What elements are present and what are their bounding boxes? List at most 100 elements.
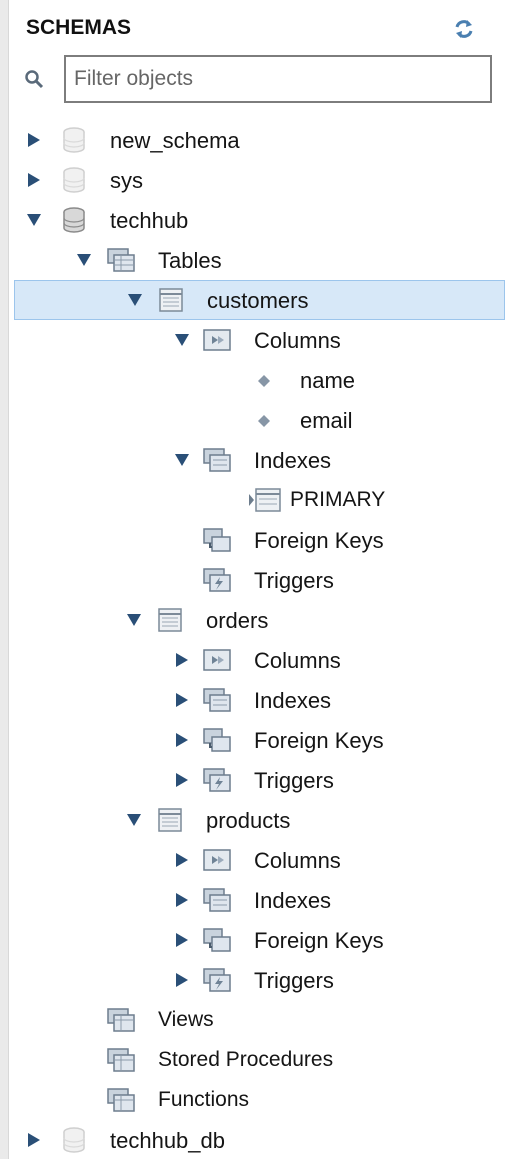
tree-node-foreign-keys[interactable]: Foreign Keys: [0, 720, 505, 760]
folder-triggers-icon: [202, 966, 231, 994]
search-icon: [24, 69, 44, 89]
tree-node-label: Triggers: [254, 568, 334, 593]
tree-node-label: Stored Procedures: [158, 1048, 334, 1071]
folder-foreign-keys-icon: [202, 726, 231, 754]
tree-node-triggers[interactable]: Triggers: [0, 760, 505, 800]
tree-node-label: Columns: [254, 328, 341, 353]
database-icon: [60, 126, 88, 154]
collapse-arrow-icon[interactable]: [174, 452, 190, 468]
tree-node-orders[interactable]: orders: [0, 600, 505, 640]
folder-columns-icon: [202, 326, 231, 354]
tree-node-columns[interactable]: Columns: [0, 320, 505, 360]
expand-arrow-icon[interactable]: [26, 132, 42, 148]
collapse-arrow-icon[interactable]: [174, 332, 190, 348]
expand-arrow-icon[interactable]: [174, 652, 190, 668]
tree-node-column-email[interactable]: email: [0, 400, 505, 440]
expand-arrow-icon[interactable]: [174, 772, 190, 788]
tree-node-stored-procedures[interactable]: Stored Procedures: [0, 1040, 505, 1080]
tree-node-label: Indexes: [254, 888, 332, 913]
folder-foreign-keys-icon: [202, 926, 231, 954]
collapse-arrow-icon[interactable]: [126, 812, 142, 828]
index-icon: [248, 486, 281, 514]
folder-columns-icon: [202, 846, 231, 874]
filter-row: [24, 55, 499, 107]
tree-node-columns[interactable]: Columns: [0, 640, 505, 680]
folder-columns-icon: [202, 646, 231, 674]
table-icon: [156, 606, 184, 634]
expand-arrow-icon[interactable]: [174, 932, 190, 948]
tree-node-indexes[interactable]: Indexes: [0, 880, 505, 920]
folder-indexes-icon: [202, 886, 231, 914]
tree-node-functions[interactable]: Functions: [0, 1080, 505, 1120]
tree-node-indexes[interactable]: Indexes: [0, 680, 505, 720]
collapse-arrow-icon[interactable]: [26, 212, 42, 228]
folder-foreign-keys-icon: [202, 526, 231, 554]
column-diamond-icon: [258, 414, 270, 427]
tree-node-label: orders: [206, 608, 269, 633]
expand-arrow-icon[interactable]: [174, 692, 190, 708]
folder-indexes-icon: [202, 446, 231, 474]
folder-indexes-icon: [202, 686, 231, 714]
expand-arrow-icon[interactable]: [174, 852, 190, 868]
tree-node-tables[interactable]: Tables: [0, 240, 505, 280]
tree-node-column-name[interactable]: name: [0, 360, 505, 400]
tree-node-indexes[interactable]: Indexes: [0, 440, 505, 480]
tree-node-label: products: [206, 808, 291, 833]
folder-tables-icon: [106, 246, 135, 274]
folder-functions-icon: [106, 1086, 135, 1114]
tree-node-views[interactable]: Views: [0, 1000, 505, 1040]
column-diamond-icon: [258, 374, 270, 387]
folder-triggers-icon: [202, 766, 231, 794]
tree-node-products[interactable]: products: [0, 800, 505, 840]
tree-node-label: email: [300, 408, 353, 433]
expand-arrow-icon[interactable]: [174, 972, 190, 988]
tree-node-label: sys: [110, 168, 143, 193]
tree-node-customers[interactable]: customers: [14, 280, 505, 320]
tree-node-label: new_schema: [110, 128, 240, 153]
header-title: SCHEMAS: [26, 16, 132, 39]
database-icon: [60, 1126, 88, 1154]
tree-node-label: Columns: [254, 848, 341, 873]
refresh-icon[interactable]: [453, 18, 475, 40]
collapse-arrow-icon[interactable]: [76, 252, 92, 268]
collapse-arrow-icon[interactable]: [126, 612, 142, 628]
tree-node-foreign-keys[interactable]: Foreign Keys: [0, 520, 505, 560]
database-icon: [60, 166, 88, 194]
tree-node-label: PRIMARY: [290, 488, 386, 511]
tree-node-label: techhub_db: [110, 1128, 225, 1153]
collapse-arrow-icon[interactable]: [127, 292, 143, 308]
tree-node-label: Columns: [254, 648, 341, 673]
expand-arrow-icon[interactable]: [26, 172, 42, 188]
schemas-header: SCHEMAS: [26, 14, 491, 44]
tree-node-new-schema[interactable]: new_schema: [0, 120, 505, 160]
tree-node-label: Foreign Keys: [254, 528, 384, 553]
filter-objects-input[interactable]: [64, 55, 492, 103]
table-icon: [156, 806, 184, 834]
tree-node-columns[interactable]: Columns: [0, 840, 505, 880]
folder-views-icon: [106, 1006, 135, 1034]
tree-node-label: Views: [158, 1008, 214, 1031]
tree-node-label: Indexes: [254, 688, 332, 713]
tree-node-label: customers: [207, 288, 309, 313]
tree-node-label: Functions: [158, 1088, 250, 1111]
folder-stored-procedures-icon: [106, 1046, 135, 1074]
tree-node-triggers[interactable]: Triggers: [0, 560, 505, 600]
expand-arrow-icon[interactable]: [174, 892, 190, 908]
folder-triggers-icon: [202, 566, 231, 594]
tree-node-label: Foreign Keys: [254, 728, 384, 753]
tree-node-label: Triggers: [254, 768, 334, 793]
tree-node-index-primary[interactable]: PRIMARY: [0, 480, 505, 520]
tree-node-triggers[interactable]: Triggers: [0, 960, 505, 1000]
tree-node-label: Foreign Keys: [254, 928, 384, 953]
tree-node-label: Indexes: [254, 448, 332, 473]
tree-node-foreign-keys[interactable]: Foreign Keys: [0, 920, 505, 960]
tree-node-techhub[interactable]: techhub: [0, 200, 505, 240]
tree-node-techhub-db[interactable]: techhub_db: [0, 1120, 505, 1160]
table-icon: [157, 286, 185, 314]
expand-arrow-icon[interactable]: [174, 732, 190, 748]
tree-node-label: Tables: [158, 248, 222, 273]
tree-node-sys[interactable]: sys: [0, 160, 505, 200]
tree-node-label: techhub: [110, 208, 189, 233]
expand-arrow-icon[interactable]: [26, 1132, 42, 1148]
tree-node-label: name: [300, 368, 356, 393]
